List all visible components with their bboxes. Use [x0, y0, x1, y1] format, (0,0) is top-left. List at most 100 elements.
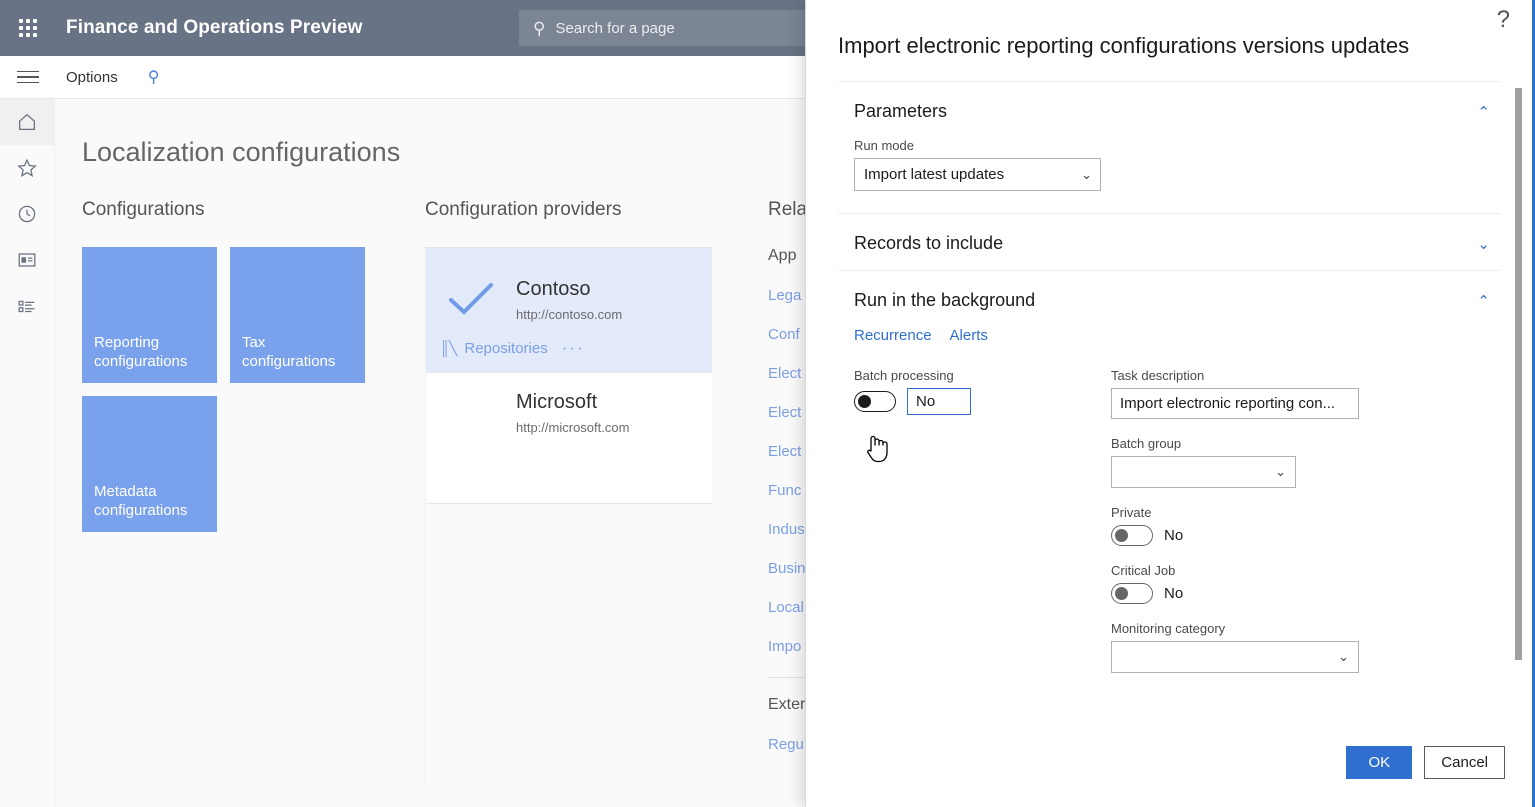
page-search-icon[interactable]: ⚲ [148, 67, 160, 87]
global-search-placeholder: Search for a page [555, 19, 675, 37]
repositories-label: Repositories [464, 339, 548, 357]
dialog-scrollbar[interactable] [1515, 88, 1522, 661]
section-parameters: Parameters ⌃ Run mode Import latest upda… [838, 81, 1500, 213]
batch-processing-row: No [854, 388, 1111, 416]
section-run-in-background: Run in the background ⌃ Recurrence Alert… [838, 270, 1500, 712]
provider-url: http://microsoft.com [516, 420, 630, 435]
configuration-providers-heading: Configuration providers [425, 199, 622, 220]
tile-label: Metadata configurations [94, 482, 188, 519]
hamburger-icon [17, 67, 39, 88]
chevron-down-icon: ⌄ [1275, 464, 1286, 480]
search-icon: ⚲ [533, 18, 546, 38]
section-parameters-body: Run mode Import latest updates ⌄ [838, 138, 1500, 213]
app-title: Finance and Operations Preview [66, 17, 363, 38]
tile-tax-configurations[interactable]: Tax configurations [230, 247, 365, 383]
section-background-body: Recurrence Alerts Batch processing No Ta… [838, 327, 1500, 712]
help-icon[interactable]: ? [1497, 8, 1510, 32]
run-mode-value: Import latest updates [864, 166, 1005, 184]
batch-group-label: Batch group [1111, 436, 1182, 452]
navigation-toggle-button[interactable] [0, 56, 56, 99]
provider-card-microsoft[interactable]: Microsoft http://microsoft.com [426, 373, 712, 504]
dialog-body: Parameters ⌃ Run mode Import latest upda… [806, 81, 1532, 717]
chevron-up-icon[interactable]: ⌃ [1477, 103, 1500, 121]
private-label: Private [1111, 505, 1152, 521]
monitoring-category-field: Monitoring category ⌄ [1111, 621, 1411, 674]
private-value: No [1164, 527, 1184, 545]
tile-label: Reporting configurations [94, 333, 188, 370]
options-button[interactable]: Options [66, 69, 118, 86]
configuration-providers-section: Configuration providers Contoso http://c… [425, 199, 725, 783]
tab-recurrence[interactable]: Recurrence [854, 327, 932, 344]
batch-group-select[interactable]: ⌄ [1111, 456, 1296, 489]
nav-item-home[interactable] [0, 99, 55, 145]
checkmark-icon [426, 280, 516, 320]
section-records-header[interactable]: Records to include ⌄ [838, 214, 1500, 270]
nav-item-workspaces[interactable] [0, 237, 55, 283]
repositories-icon: ║╲ [440, 339, 457, 356]
provider-card-contoso[interactable]: Contoso http://contoso.com ║╲ Repositori… [426, 248, 712, 373]
private-field: Private No [1111, 505, 1411, 547]
navigation-rail [0, 99, 55, 807]
configuration-tiles: Reporting configurations Tax configurati… [82, 247, 382, 532]
modules-list-icon [18, 300, 35, 313]
section-title: Parameters [854, 101, 948, 122]
chevron-down-icon: ⌄ [1081, 166, 1092, 182]
nav-item-recent[interactable] [0, 191, 55, 237]
tile-label: Tax configurations [242, 333, 336, 370]
provider-overflow-button[interactable]: ··· [562, 338, 585, 358]
private-row: No [1111, 525, 1411, 547]
critical-job-field: Critical Job No [1111, 563, 1411, 605]
section-title: Records to include [854, 233, 1004, 254]
critical-job-toggle[interactable] [1111, 583, 1153, 605]
clock-icon [18, 205, 36, 223]
run-mode-select[interactable]: Import latest updates ⌄ [854, 158, 1101, 192]
app-launcher-button[interactable] [0, 0, 56, 56]
configurations-heading: Configurations [82, 199, 205, 220]
configurations-section: Configurations Reporting configurations … [82, 199, 402, 532]
nav-item-favorites[interactable] [0, 145, 55, 191]
task-description-input[interactable]: Import electronic reporting con... [1111, 388, 1359, 420]
section-parameters-header[interactable]: Parameters ⌃ [838, 82, 1500, 138]
task-description-field: Task description Import electronic repor… [1111, 368, 1411, 420]
nav-item-modules[interactable] [0, 283, 55, 329]
provider-url: http://contoso.com [516, 307, 623, 322]
task-description-label: Task description [1111, 368, 1205, 384]
provider-name: Contoso [516, 278, 591, 300]
critical-job-label: Critical Job [1111, 563, 1176, 579]
cancel-button[interactable]: Cancel [1424, 745, 1505, 779]
monitoring-category-label: Monitoring category [1111, 621, 1226, 637]
dialog-title: Import electronic reporting configuratio… [838, 33, 1410, 58]
section-title: Run in the background [854, 290, 1036, 311]
critical-job-row: No [1111, 583, 1411, 605]
batch-processing-value[interactable]: No [907, 388, 971, 416]
chevron-down-icon[interactable]: ⌄ [1477, 235, 1500, 253]
background-tabs: Recurrence Alerts [854, 327, 1500, 368]
screen-root: Finance and Operations Preview ⚲ Search … [0, 0, 1535, 807]
monitoring-category-select[interactable]: ⌄ [1111, 641, 1359, 674]
provider-name: Microsoft [516, 391, 598, 413]
repositories-link[interactable]: ║╲ Repositories [440, 340, 548, 357]
batch-group-field: Batch group ⌄ [1111, 436, 1411, 489]
home-icon [19, 113, 35, 130]
chevron-up-icon[interactable]: ⌃ [1477, 292, 1500, 310]
background-left-column: Batch processing No [854, 368, 1111, 690]
tab-alerts[interactable]: Alerts [950, 327, 988, 344]
ok-button[interactable]: OK [1346, 745, 1413, 779]
configuration-providers-list: Contoso http://contoso.com ║╲ Repositori… [425, 247, 712, 783]
dialog-scrollbar-thumb[interactable] [1515, 88, 1522, 661]
dialog-footer: OK Cancel [806, 717, 1532, 807]
tile-metadata-configurations[interactable]: Metadata configurations [82, 396, 217, 532]
tile-reporting-configurations[interactable]: Reporting configurations [82, 247, 217, 383]
import-configurations-dialog: ? Import electronic reporting configurat… [805, 0, 1535, 807]
background-right-column: Task description Import electronic repor… [1111, 368, 1411, 690]
run-mode-label: Run mode [854, 138, 914, 154]
workspace-icon [18, 253, 36, 267]
batch-processing-toggle[interactable] [854, 391, 896, 413]
private-toggle[interactable] [1111, 525, 1153, 547]
section-background-header[interactable]: Run in the background ⌃ [838, 271, 1500, 327]
critical-job-value: No [1164, 585, 1184, 603]
batch-processing-label: Batch processing [854, 368, 954, 384]
waffle-icon [19, 19, 37, 37]
star-icon [17, 158, 37, 178]
section-records-to-include: Records to include ⌄ [838, 213, 1500, 270]
